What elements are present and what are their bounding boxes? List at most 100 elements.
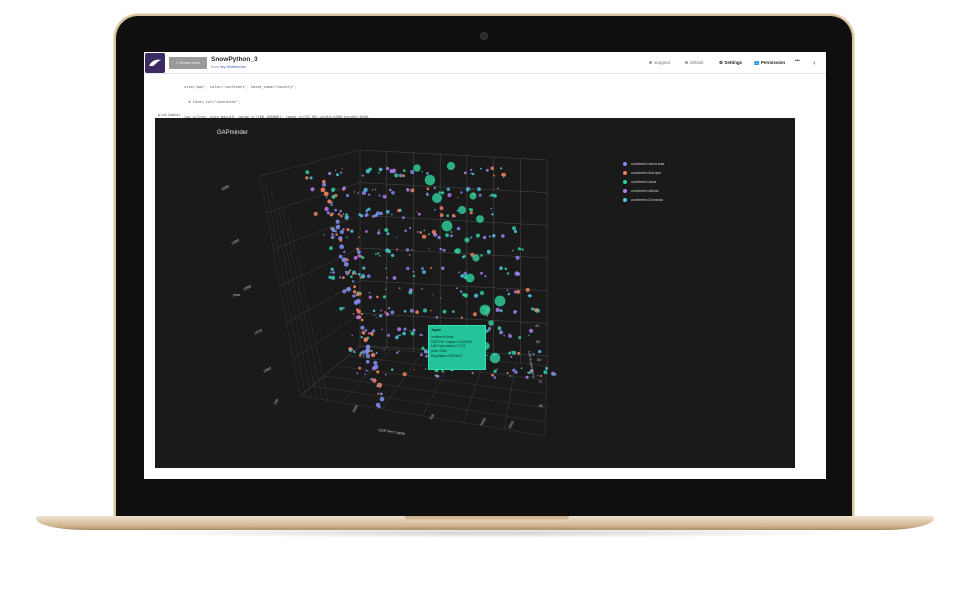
scatter-point[interactable] [514, 370, 518, 374]
scatter-point[interactable] [334, 193, 338, 198]
scatter-point[interactable] [392, 168, 397, 173]
scatter-point[interactable] [330, 235, 335, 240]
scatter-point[interactable] [365, 369, 368, 372]
scatter-point[interactable] [384, 311, 386, 313]
scatter-point[interactable] [356, 309, 361, 314]
scatter-point[interactable] [353, 191, 356, 193]
scatter-point[interactable] [493, 193, 497, 198]
scatter-point[interactable] [396, 351, 399, 354]
scatter-point[interactable] [520, 367, 523, 370]
scatter-point[interactable] [360, 336, 363, 339]
scatter-point[interactable] [385, 210, 390, 214]
scatter-point[interactable] [538, 349, 542, 354]
scatter-point[interactable] [398, 350, 401, 353]
scatter-point[interactable] [428, 248, 430, 250]
scatter-point[interactable] [330, 201, 333, 204]
scatter-point[interactable] [394, 173, 399, 178]
scatter-point[interactable] [463, 171, 467, 175]
scatter-point[interactable] [334, 208, 337, 212]
scatter-point[interactable] [439, 247, 443, 251]
scatter-point[interactable] [342, 276, 345, 280]
scatter-point[interactable] [406, 266, 410, 271]
scatter-point[interactable] [430, 309, 432, 312]
scatter-point[interactable] [376, 316, 378, 318]
scatter-point[interactable] [517, 247, 522, 251]
scatter-point[interactable] [378, 194, 381, 197]
scatter-point[interactable] [486, 354, 488, 357]
scatter-point[interactable] [419, 231, 423, 234]
scatter-point[interactable] [329, 213, 334, 217]
scatter-point[interactable] [329, 246, 333, 251]
scatter-point[interactable] [411, 249, 413, 251]
collapse-chevron-icon[interactable]: ‹ [813, 58, 816, 67]
scatter-point[interactable] [445, 233, 449, 238]
scatter-point[interactable] [361, 174, 364, 177]
legend-item[interactable]: continent=Oceania [623, 195, 664, 204]
scatter-point[interactable] [416, 231, 419, 233]
scatter-point[interactable] [409, 308, 414, 313]
scatter-point[interactable] [486, 314, 489, 317]
scatter-point[interactable] [472, 188, 474, 190]
scatter-point[interactable] [442, 309, 447, 314]
scatter-point[interactable] [490, 166, 495, 171]
legend-item[interactable]: continent=Africa [623, 186, 664, 195]
scatter-point[interactable] [488, 195, 490, 197]
scatter-point[interactable] [418, 212, 421, 216]
scatter-point[interactable] [387, 333, 391, 337]
scatter-point[interactable] [503, 334, 506, 337]
scatter-point[interactable] [356, 291, 360, 295]
settings-button[interactable]: ⚙ Settings [719, 60, 742, 66]
scatter-point[interactable] [493, 174, 495, 177]
scatter-point[interactable] [472, 254, 480, 262]
scatter-point[interactable] [309, 176, 313, 180]
scatter-point[interactable] [529, 328, 534, 333]
scatter-point[interactable] [431, 229, 437, 235]
scatter-point[interactable] [485, 168, 489, 172]
scatter-point[interactable] [463, 271, 468, 276]
scatter-point[interactable] [365, 169, 371, 174]
scatter-point[interactable] [410, 331, 415, 336]
scatter-point[interactable] [342, 289, 347, 294]
scatter-point[interactable] [437, 235, 441, 240]
scatter-point[interactable] [501, 234, 505, 238]
scatter-point[interactable] [404, 229, 407, 233]
scatter-point[interactable] [360, 312, 363, 316]
scatter-point[interactable] [446, 187, 450, 191]
scatter-point[interactable] [352, 294, 356, 298]
scatter-point[interactable] [382, 295, 387, 299]
scatter-point[interactable] [455, 287, 458, 290]
scatter-point[interactable] [379, 396, 385, 402]
scatter-point[interactable] [356, 298, 361, 304]
scatter-point[interactable] [365, 212, 369, 217]
scatter-point[interactable] [378, 171, 380, 174]
scatter-point[interactable] [412, 328, 416, 332]
scatter-point[interactable] [465, 273, 475, 283]
scatter-point[interactable] [372, 378, 377, 383]
scatter-point[interactable] [439, 206, 444, 210]
scatter-point[interactable] [441, 266, 445, 270]
scatter-point[interactable] [373, 364, 379, 370]
scatter-point[interactable] [373, 314, 376, 316]
scatter-point[interactable] [357, 272, 361, 276]
scatter-point[interactable] [339, 244, 344, 249]
scatter-point[interactable] [388, 307, 391, 310]
scatter-point[interactable] [378, 229, 380, 232]
scatter-point[interactable] [470, 172, 472, 175]
scatter-point[interactable] [406, 188, 409, 191]
legend-item[interactable]: continent=Americas [623, 159, 664, 168]
scatter-point[interactable] [402, 372, 407, 377]
more-button[interactable]: ••• [795, 58, 800, 63]
scatter-point[interactable] [379, 314, 383, 318]
scatter-point[interactable] [335, 169, 337, 171]
scatter-point[interactable] [471, 172, 475, 176]
scatter-point[interactable] [343, 261, 349, 267]
scatter-point[interactable] [340, 171, 343, 174]
scatter-point[interactable] [408, 254, 411, 256]
scatter-point[interactable] [532, 353, 535, 356]
scatter-point[interactable] [551, 374, 553, 376]
source-link[interactable]: My Notebooks [220, 64, 246, 69]
scatter-point[interactable] [397, 327, 402, 332]
legend-item[interactable]: continent=Europe [623, 168, 664, 177]
scatter-point[interactable] [340, 214, 343, 218]
scatter-point[interactable] [511, 350, 513, 353]
